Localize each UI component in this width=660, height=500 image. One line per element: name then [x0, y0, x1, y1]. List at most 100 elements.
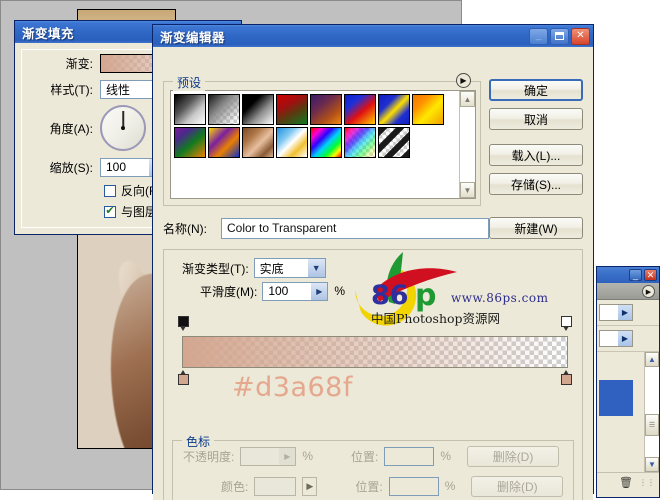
preset-swatch-blue-red-yellow[interactable]	[344, 94, 376, 125]
opacity-unit: %	[302, 449, 314, 463]
stop-pointer-icon	[563, 326, 569, 331]
smoothness-label: 平滑度(M):	[200, 284, 258, 299]
preset-swatch-yellow-violet-orange-blue[interactable]	[208, 127, 240, 158]
location-input-1	[384, 446, 435, 466]
preset-swatch-grid[interactable]	[171, 91, 459, 198]
preset-swatch-foreground-to-transparent[interactable]	[208, 94, 240, 125]
gradient-editor-title: 渐变编辑器	[160, 30, 226, 45]
delete-opacity-stop-button: 删除(D)	[467, 445, 560, 467]
color-stop-left-swatch	[178, 374, 189, 385]
preset-swatch-spectrum[interactable]	[310, 127, 342, 158]
location-unit-1: %	[440, 449, 452, 463]
scroll-down-icon[interactable]: ▼	[645, 457, 659, 472]
gradient-label: 渐变:	[65, 56, 93, 71]
color-dropdown-icon: ▶	[302, 476, 318, 496]
presets-scrollbar[interactable]: ▲ ▼	[459, 91, 475, 198]
scroll-track[interactable]: ☰	[645, 367, 659, 457]
reverse-checkbox[interactable]	[104, 184, 116, 197]
presets-group: 预设 ▶ ▲ ▼	[163, 73, 481, 206]
location-input-2	[388, 476, 439, 496]
scroll-up-icon[interactable]: ▲	[460, 91, 475, 107]
align-checkbox[interactable]: ✔	[104, 205, 116, 218]
close-icon[interactable]: ✕	[571, 27, 590, 45]
trash-icon[interactable]: 🗑	[619, 476, 633, 489]
new-button[interactable]: 新建(W)	[489, 217, 583, 239]
preset-swatch-transparent-stripes[interactable]	[378, 127, 410, 158]
color-stop-row: 颜色: ▶ 位置: % 删除(D)	[173, 471, 573, 500]
preset-swatch-red-green[interactable]	[276, 94, 308, 125]
maximize-icon[interactable]	[550, 27, 569, 45]
color-swatch	[254, 476, 297, 496]
presets-listbox[interactable]: ▲ ▼	[170, 90, 476, 199]
opacity-row[interactable]: ▶	[597, 326, 659, 352]
hex-annotation: #d3a68f	[232, 372, 353, 403]
gradient-editor-dialog[interactable]: 渐变编辑器 _ ✕ 预设 ▶ ▲ ▼ 确定 取消 载入(L)... 存储(S).…	[152, 24, 594, 500]
preset-swatch-foreground-to-background[interactable]	[174, 94, 206, 125]
angle-label: 角度(A):	[49, 121, 93, 136]
preset-swatch-black-white[interactable]	[242, 94, 274, 125]
stop-pointer-icon	[180, 326, 186, 331]
gradient-editor-titlebar[interactable]: 渐变编辑器 _ ✕	[153, 25, 593, 47]
ok-button[interactable]: 确定	[489, 79, 583, 101]
gradient-ramp[interactable]	[182, 336, 568, 368]
cancel-button[interactable]: 取消	[489, 108, 583, 130]
name-input[interactable]: Color to Transparent	[221, 217, 489, 239]
spinner-icon: ▶	[279, 447, 296, 465]
color-label: 颜色:	[221, 479, 249, 494]
close-icon[interactable]: ✕	[644, 269, 657, 281]
scroll-thumb[interactable]: ☰	[645, 413, 659, 436]
opacity-stop-right[interactable]	[561, 316, 572, 332]
spinner-icon[interactable]: ▶	[311, 282, 328, 300]
layer-item-selected[interactable]	[599, 380, 633, 416]
save-button[interactable]: 存储(S)...	[489, 173, 583, 195]
color-stop-right[interactable]	[561, 370, 572, 386]
smoothness-input[interactable]: 100 ▶	[262, 281, 329, 301]
opacity-stop-row: 不透明度: ▶ % 位置: % 删除(D)	[173, 441, 573, 471]
blend-mode-row[interactable]: ▶	[597, 300, 659, 326]
preset-swatch-violet-green-orange[interactable]	[174, 127, 206, 158]
opacity-select[interactable]: ▶	[599, 330, 633, 347]
chevron-down-icon: ▶	[618, 305, 632, 320]
minimize-icon[interactable]: _	[629, 269, 642, 281]
style-label: 样式(T):	[50, 82, 93, 97]
preset-swatch-violet-orange[interactable]	[310, 94, 342, 125]
angle-dial[interactable]	[100, 105, 146, 151]
gradient-type-label: 渐变类型(T):	[182, 261, 249, 276]
style-value: 线性	[106, 82, 131, 97]
name-value: Color to Transparent	[227, 221, 337, 235]
smoothness-unit: %	[334, 284, 345, 298]
preset-swatch-transparent-rainbow[interactable]	[344, 127, 376, 158]
scale-label: 缩放(S):	[49, 160, 93, 175]
screen: _ ✕ ▶ ▶ ▶ ▲ ☰ ▼ 🗑 ⋮⋮ 渐变填充 渐变: 样式(T): 线性 …	[0, 0, 660, 500]
gradient-type-select[interactable]: 实底 ▼	[253, 258, 326, 278]
gradient-ramp-area[interactable]: #d3a68f	[178, 316, 572, 403]
minimize-icon[interactable]: _	[529, 27, 548, 45]
opacity-stop-left[interactable]	[178, 316, 189, 332]
layers-list[interactable]: ▲ ☰ ▼	[597, 352, 659, 472]
scroll-down-icon[interactable]: ▼	[460, 182, 475, 198]
gradient-fill-title: 渐变填充	[22, 26, 75, 41]
opacity-label: 不透明度:	[183, 449, 235, 464]
smoothness-value: 100	[268, 284, 289, 298]
scroll-track[interactable]	[460, 107, 475, 182]
preset-swatch-blue-yellow-white[interactable]	[276, 127, 308, 158]
window-controls: _ ✕	[529, 27, 590, 45]
gradient-type-row[interactable]: 渐变类型(T): 实底 ▼	[164, 250, 582, 278]
scroll-up-icon[interactable]: ▲	[645, 352, 659, 367]
load-button[interactable]: 载入(L)...	[489, 144, 583, 166]
color-stops-legend: 色标	[182, 433, 215, 450]
presets-menu-icon[interactable]: ▶	[456, 73, 471, 88]
preset-swatch-blue-yellow-blue[interactable]	[378, 94, 410, 125]
palette-tabstrip[interactable]: ▶	[597, 283, 659, 300]
palette-footer[interactable]: 🗑 ⋮⋮	[597, 472, 659, 492]
palette-menu-icon[interactable]: ▶	[642, 285, 655, 298]
preset-swatch-orange-yellow-orange[interactable]	[412, 94, 444, 125]
layers-scrollbar[interactable]: ▲ ☰ ▼	[644, 352, 659, 472]
blend-mode-select[interactable]: ▶	[599, 304, 633, 321]
palette-titlebar[interactable]: _ ✕	[597, 267, 659, 283]
layers-palette[interactable]: _ ✕ ▶ ▶ ▶ ▲ ☰ ▼ 🗑 ⋮⋮	[596, 266, 660, 498]
preset-swatch-copper[interactable]	[242, 127, 274, 158]
smoothness-row[interactable]: 平滑度(M): 100 ▶ %	[164, 278, 582, 304]
color-stop-left[interactable]	[178, 370, 189, 386]
chevron-down-icon[interactable]: ▼	[307, 259, 325, 277]
